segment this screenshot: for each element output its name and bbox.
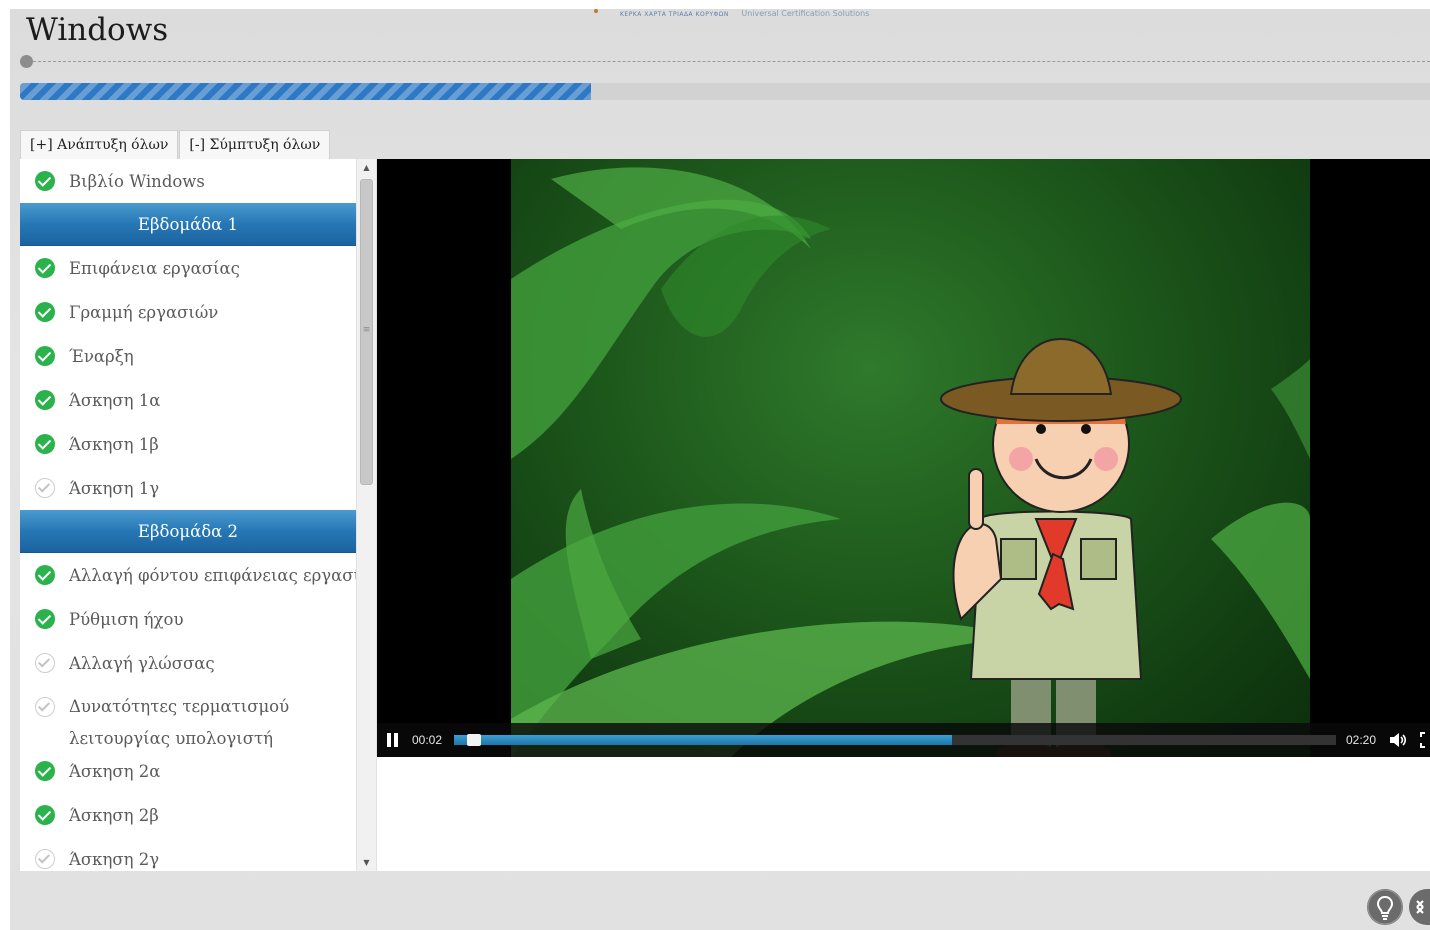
outline-item[interactable]: Ρύθμιση ήχου [20,597,356,641]
check-circle-icon [35,434,55,454]
current-time: 00:02 [412,733,443,747]
outline-item[interactable]: Άσκηση 2α [20,749,356,793]
outline-item-label: Άσκηση 2α [69,761,161,781]
pause-icon[interactable] [387,733,399,747]
outline-item[interactable]: Επιφάνεια εργασίας [20,246,356,290]
outline-item[interactable]: Γραμμή εργασιών [20,290,356,334]
outline-item-label: Επιφάνεια εργασίας [69,258,240,278]
video-illustration [511,167,1310,757]
outline-toolbar: [+] Ανάπτυξη όλων [-] Σύμπτυξη όλων [20,130,331,159]
scrollbar-grip-icon: ≡ [362,325,371,335]
outline-item[interactable]: Βιβλίο Windows [20,159,356,203]
outline-item-label: Έναρξη [69,346,134,366]
check-circle-icon [35,171,55,191]
collapse-all-button[interactable]: [-] Σύμπτυξη όλων [179,130,331,159]
page-title: Windows [26,12,169,48]
outline-item-label: Άσκηση 1β [69,434,159,454]
check-circle-icon [35,565,55,585]
outline-item-label: Άσκηση 2γ [69,849,160,869]
fullscreen-icon[interactable] [1420,732,1430,748]
content-area: 00:02 02:20 [377,159,1430,871]
lightbulb-icon[interactable] [1367,889,1403,925]
duration: 02:20 [1346,733,1377,747]
outline-item[interactable]: Αλλαγή φόντου επιφάνειας εργασίας [20,553,356,597]
course-progress-fill [20,83,592,100]
outline-item-label: Βιβλίο Windows [69,171,205,191]
logo-text: Universal Certification Solutions [741,9,870,18]
expand-all-button[interactable]: [+] Ανάπτυξη όλων [20,130,179,159]
scrollbar-thumb[interactable]: ≡ [360,179,373,485]
check-circle-icon [35,302,55,322]
outline-item[interactable]: Αλλαγή γλώσσας [20,641,356,685]
course-outline: Βιβλίο Windows Εβδομάδα 1 Επιφάνεια εργασί… [20,159,356,871]
video-player[interactable]: 00:02 02:20 [377,159,1430,757]
outline-item[interactable]: Έναρξη [20,334,356,378]
outline-item-label: Άσκηση 1α [69,390,161,410]
video-controls: 00:02 02:20 [377,723,1430,757]
outline-item-label: Άσκηση 1γ [69,478,160,498]
outline-item-label: Δυνατότητες τερματισμού λειτουργίας υπολ… [69,697,290,748]
outline-item[interactable]: Άσκηση 1β [20,422,356,466]
outline-scrollbar[interactable]: ▲ ≡ ▼ [356,159,376,871]
timeline-divider [33,61,1430,62]
outline-item[interactable]: Άσκηση 2γ [20,837,356,871]
scroll-up-arrow-icon[interactable]: ▲ [357,159,376,176]
timeline-dot [20,55,33,68]
check-circle-icon [35,390,55,410]
scroll-down-arrow-icon[interactable]: ▼ [357,854,376,871]
video-frame [511,159,1310,757]
pending-check-icon [35,849,55,869]
logo-mark [594,9,598,13]
pending-check-icon [35,697,55,717]
seek-buffered [454,735,953,745]
check-circle-icon [35,761,55,781]
seek-bar[interactable] [454,734,1336,746]
check-circle-icon [35,258,55,278]
check-circle-icon [35,609,55,629]
outline-item[interactable]: Δυνατότητες τερματισμού λειτουργίας υπολ… [20,685,356,749]
outline-item[interactable]: Άσκηση 2β [20,793,356,837]
outline-item-label: Γραμμή εργασιών [69,302,219,322]
seek-handle[interactable] [467,734,482,746]
outline-item-label: Αλλαγή γλώσσας [69,653,215,673]
check-circle-icon [35,805,55,825]
volume-icon[interactable] [1389,732,1407,748]
check-circle-icon [35,346,55,366]
logo-tagline: ΚΕΡΚΑ ΧΑΡΤΑ ΤΡΙΑΔΑ ΚΟΡΥΦΩΝ [620,11,729,18]
pending-check-icon [35,478,55,498]
expand-icon[interactable] [1409,889,1430,925]
outline-item-label: Άσκηση 2β [69,805,159,825]
outline-item-label: Ρύθμιση ήχου [69,609,184,629]
week-header[interactable]: Εβδομάδα 1 [20,203,356,246]
course-progress-bar [20,83,1430,100]
outline-item[interactable]: Άσκηση 1γ [20,466,356,510]
outline-item-label: Αλλαγή φόντου επιφάνειας εργασίας [69,565,356,585]
pending-check-icon [35,653,55,673]
week-header[interactable]: Εβδομάδα 2 [20,510,356,553]
outline-item[interactable]: Άσκηση 1α [20,378,356,422]
logo-strip: ΚΕΡΚΑ ΧΑΡΤΑ ΤΡΙΑΔΑ ΚΟΡΥΦΩΝ Universal Cer… [620,9,900,21]
